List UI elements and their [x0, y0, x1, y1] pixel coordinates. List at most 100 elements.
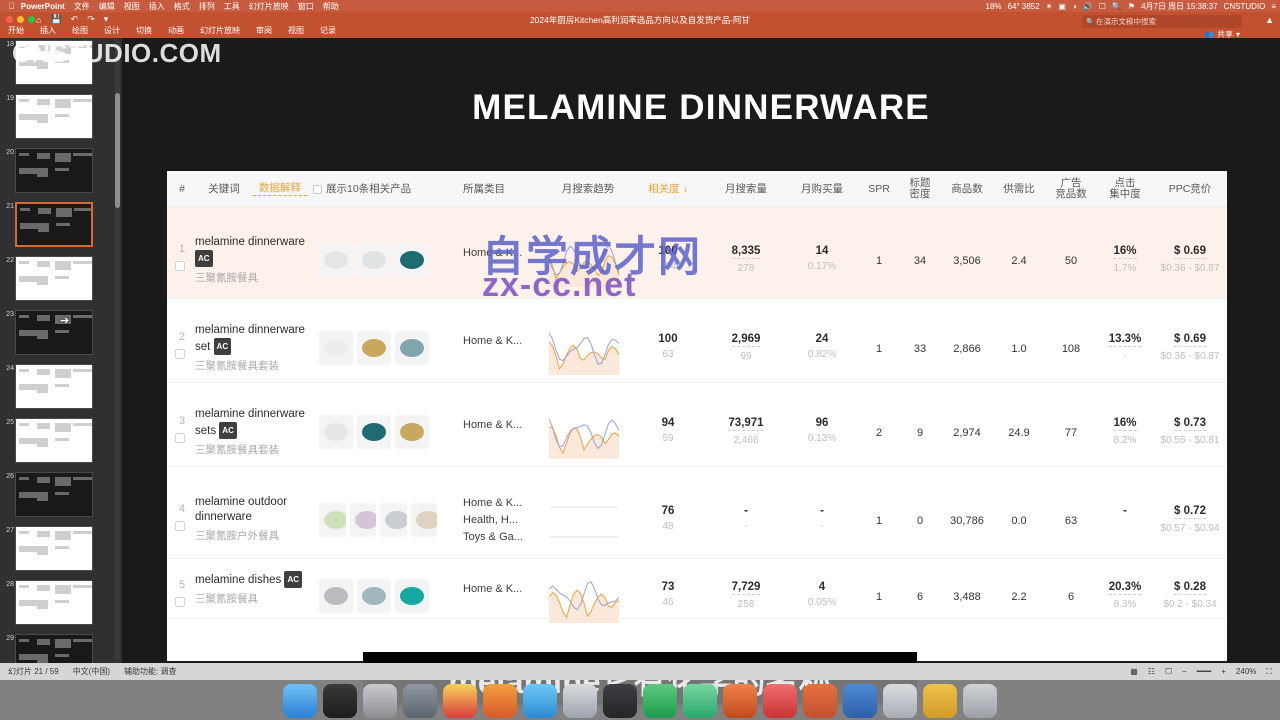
- th-relevance[interactable]: 相关度 ↓: [633, 171, 703, 207]
- tab-transitions[interactable]: 切换: [136, 25, 152, 36]
- apple-icon[interactable]: : [8, 1, 15, 11]
- view-normal-icon[interactable]: ▦: [1130, 667, 1138, 676]
- row-select-checkbox[interactable]: [175, 521, 185, 531]
- dock-messages-icon[interactable]: [523, 684, 557, 718]
- row-keyword-en[interactable]: melamine outdoor dinnerware: [195, 495, 323, 525]
- row-category[interactable]: Home & K...: [463, 581, 537, 598]
- thumbnail-slide-29[interactable]: 29: [0, 633, 122, 663]
- screencast-icon[interactable]: ☐: [1099, 2, 1106, 11]
- menu-item-arrange[interactable]: 排列: [199, 1, 215, 12]
- wifi-icon[interactable]: ◑: [1072, 2, 1077, 11]
- row-category[interactable]: Home & K...: [463, 417, 537, 434]
- th-product-count[interactable]: 商品数: [941, 171, 993, 207]
- menu-item-help[interactable]: 帮助: [323, 1, 339, 12]
- row-keyword-en[interactable]: melamine dishes AC: [195, 571, 323, 588]
- table-row[interactable]: 3 melamine dinnerware sets AC 三聚氰胺餐具套装 Home…: [167, 383, 1227, 467]
- display-icon[interactable]: ▣: [1058, 2, 1066, 11]
- th-title-density[interactable]: 标题 密度: [899, 171, 941, 207]
- dock-chrome-icon[interactable]: [443, 684, 477, 718]
- row-keyword-en[interactable]: melamine dinnerware sets AC: [195, 407, 323, 439]
- table-row[interactable]: 1 melamine dinnerware AC 三聚氰胺餐具 Home & K...…: [167, 207, 1227, 299]
- dock-preview-icon[interactable]: [883, 684, 917, 718]
- bluetooth-icon[interactable]: ✶: [1046, 2, 1053, 11]
- row-category[interactable]: Health, H...: [463, 512, 537, 529]
- thumbnail-slide-25[interactable]: 25: [0, 417, 122, 470]
- battery-percent[interactable]: 18%: [986, 2, 1002, 11]
- product-thumbnail[interactable]: [319, 415, 353, 449]
- product-thumbnail[interactable]: [380, 503, 407, 537]
- spotlight-icon[interactable]: 🔍: [1112, 2, 1122, 11]
- product-thumbnail[interactable]: [357, 579, 391, 613]
- th-ad-competitors[interactable]: 广告 竞品数: [1045, 171, 1097, 207]
- tab-insert[interactable]: 插入: [40, 25, 56, 36]
- temperature-indicator[interactable]: 64° 3852: [1008, 2, 1040, 11]
- product-thumbnail[interactable]: [349, 503, 376, 537]
- dock-mail-icon[interactable]: [403, 684, 437, 718]
- menu-item-window[interactable]: 窗口: [298, 1, 314, 12]
- menu-item-edit[interactable]: 编辑: [99, 1, 115, 12]
- menu-item-format[interactable]: 格式: [174, 1, 190, 12]
- thumbnail-slide-19[interactable]: 19: [0, 93, 122, 146]
- row-select-checkbox[interactable]: [175, 261, 185, 271]
- product-thumbnail[interactable]: [319, 503, 346, 537]
- row-category[interactable]: Home & K...: [463, 495, 537, 512]
- zoom-level[interactable]: 240%: [1236, 667, 1256, 676]
- dock-trash-icon[interactable]: [963, 684, 997, 718]
- th-show-related[interactable]: 展示10条相关产品: [313, 171, 463, 207]
- tab-view[interactable]: 视图: [288, 25, 304, 36]
- thumbnail-slide-20[interactable]: 20: [0, 147, 122, 200]
- menu-app-name[interactable]: PowerPoint: [21, 2, 65, 11]
- product-thumbnail[interactable]: [357, 415, 391, 449]
- keyword-research-table[interactable]: # 关键词 数据解释 展示10条相关产品 所属类目 月搜索趋势 相关度 ↓ 月搜…: [167, 171, 1227, 661]
- tab-draw[interactable]: 绘图: [72, 25, 88, 36]
- table-row[interactable]: 2 melamine dinnerware set AC 三聚氰胺餐具套装 Home …: [167, 299, 1227, 383]
- product-thumbnail[interactable]: [410, 503, 437, 537]
- menu-item-insert[interactable]: 插入: [149, 1, 165, 12]
- th-search-volume[interactable]: 月搜索量: [707, 171, 785, 207]
- product-thumbnail[interactable]: [395, 415, 429, 449]
- current-user[interactable]: CNSTUDIO: [1224, 2, 1266, 11]
- row-keyword-en[interactable]: melamine dinnerware set AC: [195, 323, 323, 355]
- dock-photoshop-icon[interactable]: [483, 684, 517, 718]
- product-thumbnail[interactable]: [357, 331, 391, 365]
- zoom-slider[interactable]: ━━━: [1197, 667, 1211, 676]
- tab-review[interactable]: 审阅: [256, 25, 272, 36]
- th-spr[interactable]: SPR: [859, 171, 899, 207]
- control-center-icon[interactable]: ≡: [1271, 2, 1276, 11]
- dock-netease-icon[interactable]: [763, 684, 797, 718]
- input-source-icon[interactable]: ⚑: [1128, 2, 1135, 11]
- tab-record[interactable]: 记录: [320, 25, 336, 36]
- thumbnail-slide-26[interactable]: 26: [0, 471, 122, 524]
- product-thumbnail[interactable]: [357, 243, 391, 277]
- macos-dock[interactable]: [0, 680, 1280, 720]
- th-purchase-volume[interactable]: 月购买量: [787, 171, 857, 207]
- menu-item-file[interactable]: 文件: [74, 1, 90, 12]
- menu-item-slideshow[interactable]: 幻灯片放映: [249, 1, 289, 12]
- dock-folder-icon[interactable]: [923, 684, 957, 718]
- dock-music-icon[interactable]: [723, 684, 757, 718]
- row-category[interactable]: Toys & Ga...: [463, 529, 537, 546]
- row-select-checkbox[interactable]: [175, 433, 185, 443]
- th-data-explain[interactable]: 数据解释: [253, 182, 307, 196]
- product-thumbnail[interactable]: [395, 243, 429, 277]
- row-category[interactable]: Home & K...: [463, 333, 537, 350]
- thumbnail-slide-28[interactable]: 28: [0, 579, 122, 632]
- row-select-checkbox[interactable]: [175, 349, 185, 359]
- dock-terminal-icon[interactable]: [603, 684, 637, 718]
- language-indicator[interactable]: 中文(中国): [73, 666, 110, 677]
- thumbnail-slide-21[interactable]: 21: [0, 201, 122, 254]
- product-thumbnail[interactable]: [319, 331, 353, 365]
- menu-item-view[interactable]: 视图: [124, 1, 140, 12]
- accessibility-status[interactable]: 辅助功能: 调查: [124, 666, 176, 677]
- clock-datetime[interactable]: 4月7日 周日 15:38:37: [1141, 1, 1217, 12]
- dock-finder-icon[interactable]: [283, 684, 317, 718]
- product-thumbnail[interactable]: [395, 331, 429, 365]
- dock-launchpad-icon[interactable]: [323, 684, 357, 718]
- tab-animations[interactable]: 动画: [168, 25, 184, 36]
- row-keyword-en[interactable]: melamine dinnerware AC: [195, 235, 323, 267]
- table-row[interactable]: 4 melamine outdoor dinnerware 三聚氰胺户外餐具 Hom…: [167, 467, 1227, 559]
- th-supply-demand[interactable]: 供需比: [993, 171, 1045, 207]
- tab-home[interactable]: 开始: [8, 25, 24, 36]
- dock-wechat-icon[interactable]: [643, 684, 677, 718]
- view-sorter-icon[interactable]: ☷: [1148, 667, 1155, 676]
